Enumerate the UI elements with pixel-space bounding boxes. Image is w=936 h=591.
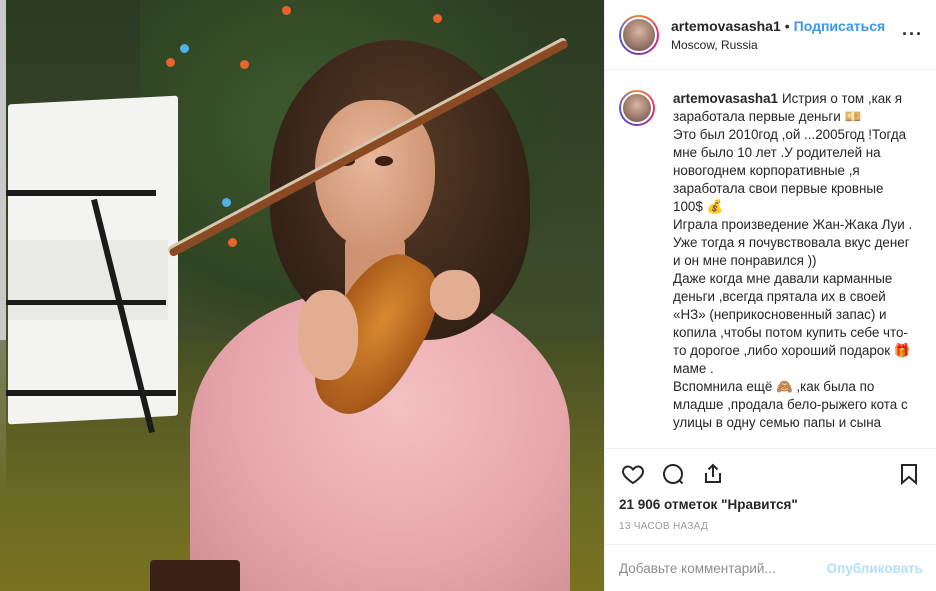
tree-light: [433, 14, 442, 23]
caption-text: artemovasasha1 Истрия о том ,как я зарабо…: [673, 90, 913, 448]
action-icons: [619, 459, 923, 489]
bookmark-icon[interactable]: [895, 460, 923, 488]
share-icon[interactable]: [699, 460, 727, 488]
music-stand-bar: [6, 390, 176, 396]
music-stand-bar: [6, 190, 156, 196]
more-options-icon[interactable]: ···: [899, 24, 923, 45]
music-stand-bar: [6, 300, 166, 305]
header-line: artemovasasha1 • Подписаться: [671, 18, 899, 34]
hand: [298, 290, 358, 380]
caption-line: Играла произведение Жан-Жака Луи .: [673, 217, 913, 232]
tree-light: [240, 60, 249, 69]
furniture: [150, 560, 240, 591]
caption-line: Уже тогда я почувствовала вкус денег и о…: [673, 235, 910, 268]
post-header: artemovasasha1 • Подписаться Moscow, Rus…: [605, 0, 936, 70]
caption-avatar[interactable]: [619, 90, 655, 126]
tree-light: [166, 58, 175, 67]
avatar-photo: [621, 92, 653, 124]
location-link[interactable]: Moscow, Russia: [671, 38, 899, 52]
follow-button[interactable]: Подписаться: [794, 18, 886, 34]
caption-area: artemovasasha1 Истрия о том ,как я зарабо…: [605, 70, 936, 448]
tree-light: [180, 44, 189, 53]
comment-input[interactable]: [619, 560, 827, 576]
hand: [430, 270, 480, 320]
tree-light: [282, 6, 291, 15]
post-photo[interactable]: [0, 0, 604, 591]
likes-count[interactable]: 21 906 отметок "Нравится": [619, 497, 923, 512]
comment-icon[interactable]: [659, 460, 687, 488]
separator-dot: •: [784, 17, 790, 34]
caption-line: Это был 2010год ,ой ...2005год !Тогда мн…: [673, 127, 907, 214]
tree-light: [222, 198, 231, 207]
avatar-photo: [621, 16, 657, 53]
tree-light: [228, 238, 237, 247]
header-text: artemovasasha1 • Подписаться Moscow, Rus…: [671, 18, 899, 52]
post-sidebar: artemovasasha1 • Подписаться Moscow, Rus…: [604, 0, 936, 591]
caption-line: Вспомнила ещё 🙈 ,как была по младше ,про…: [673, 379, 908, 430]
action-section: 21 906 отметок "Нравится" 13 ЧАСОВ НАЗАД: [605, 448, 936, 532]
post-timestamp[interactable]: 13 ЧАСОВ НАЗАД: [619, 521, 923, 532]
music-sheet-lower: [8, 240, 168, 320]
caption-username[interactable]: artemovasasha1: [673, 91, 778, 106]
instagram-post: artemovasasha1 • Подписаться Moscow, Rus…: [0, 0, 936, 591]
avatar[interactable]: [619, 14, 659, 55]
publish-button[interactable]: Опубликовать: [827, 561, 923, 576]
heart-icon[interactable]: [619, 460, 647, 488]
comment-bar: Опубликовать: [605, 544, 936, 591]
username-link[interactable]: artemovasasha1: [671, 18, 781, 34]
caption-line: Даже когда мне давали карманные деньги ,…: [673, 271, 911, 376]
eye: [375, 156, 393, 166]
